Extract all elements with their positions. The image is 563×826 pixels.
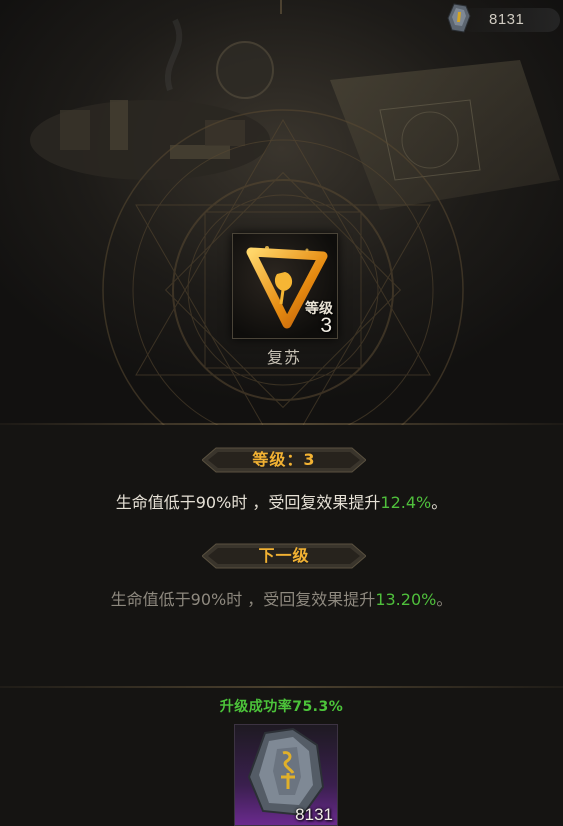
revive-triangle-icon [237,238,333,334]
next-description-text: 生命值低于90%时 ，受回复效果提升 [110,590,376,609]
next-level-description: 生命值低于90%时 ，受回复效果提升13.20%。 [0,586,563,610]
current-level-label: 等级：3 [252,450,316,469]
level-number: 3 [320,314,332,337]
current-level-banner: 等级：3 [202,446,366,474]
skill-name: 复苏 [266,348,301,367]
upgrade-success-rate: 升级成功率75.3% [219,699,344,715]
upgrade-material-card[interactable]: 8131 [234,724,338,826]
section-divider [0,686,563,688]
current-description-suffix: 。 [431,493,448,512]
next-level-banner: 下一级 [202,542,366,570]
section-divider [0,423,563,425]
material-count: 8131 [295,805,333,824]
next-level-label: 下一级 [258,546,310,565]
current-description-text: 生命值低于90%时 ，受回复效果提升 [115,493,381,512]
rune-stone-icon [446,2,472,34]
current-description-value: 12.4% [380,493,432,512]
next-description-value: 13.20% [375,590,437,609]
currency-amount: 8131 [489,11,525,28]
skill-upgrade-screen: 8131 等级 3 复苏 等级：3 生命值低于90%时 ，受回复效果提升12.4… [0,0,563,826]
next-description-suffix: 。 [436,590,453,609]
skill-card[interactable]: 等级 3 [232,233,338,339]
current-level-description: 生命值低于90%时 ，受回复效果提升12.4%。 [0,489,563,513]
